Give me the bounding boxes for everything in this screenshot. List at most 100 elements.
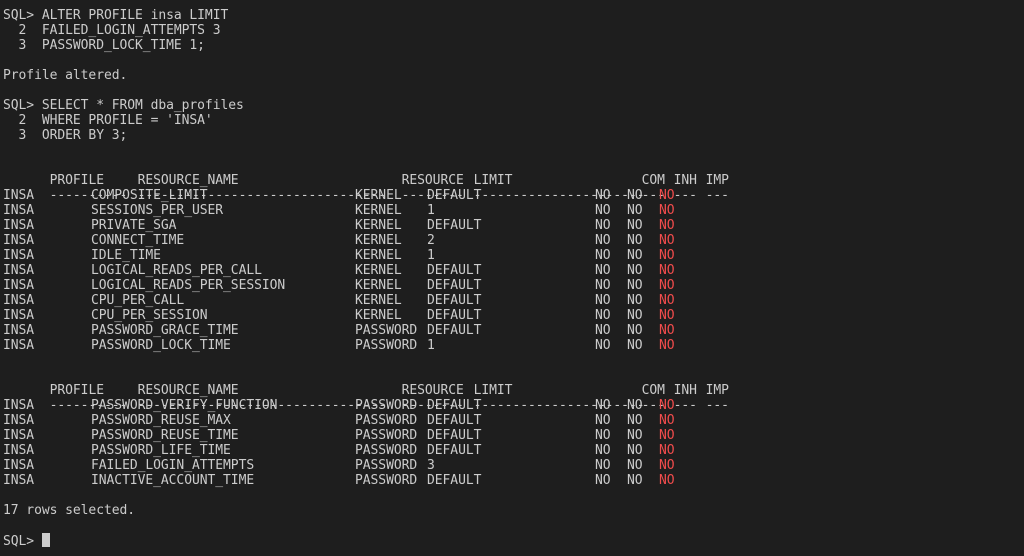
cell-profile: INSA xyxy=(3,443,35,458)
cell-resource-type: KERNEL xyxy=(355,293,402,308)
cell-inh: NO xyxy=(627,263,643,278)
cell-imp: NO xyxy=(659,278,675,293)
cell-resource-name: FAILED_LOGIN_ATTEMPTS xyxy=(91,458,255,473)
table-row: INSA INACTIVE_ACCOUNT_TIME PASSWORD DEFAULT… xyxy=(3,473,1024,488)
table-row: INSA CPU_PER_SESSION KERNEL DEFAULT NO NO NO xyxy=(3,308,1024,323)
cell-limit: DEFAULT xyxy=(427,278,482,293)
cell-imp: NO xyxy=(659,398,675,413)
cell-limit: 3 xyxy=(427,458,435,473)
cell-com: NO xyxy=(595,428,611,443)
cell-resource-name: LOGICAL_READS_PER_SESSION xyxy=(91,278,286,293)
cell-profile: INSA xyxy=(3,248,35,263)
cell-com: NO xyxy=(595,248,611,263)
rows-selected-text: 17 rows selected. xyxy=(3,503,136,518)
cell-profile: INSA xyxy=(3,278,35,293)
command-result: Profile altered. xyxy=(3,68,128,83)
terminal-window[interactable]: SQL> ALTER PROFILE insa LIMIT 2 FAILED_L… xyxy=(0,0,1024,556)
table-row: INSA PASSWORD_REUSE_MAX PASSWORD DEFAULT NO N… xyxy=(3,413,1024,428)
header-imp: IMP xyxy=(705,383,729,398)
table-row: INSA PASSWORD_LOCK_TIME PASSWORD 1 NO NO NO xyxy=(3,338,1024,353)
header-resource-name: RESOURCE_NAME xyxy=(137,383,239,398)
table-row: INSA PASSWORD_VERIFY_FUNCTION PASSWORD DEFA… xyxy=(3,398,1024,413)
cell-limit: 1 xyxy=(427,248,435,263)
text-cursor xyxy=(41,533,50,547)
cell-imp: NO xyxy=(659,218,675,233)
cell-com: NO xyxy=(595,203,611,218)
table-row: INSA IDLE_TIME KERNEL 1 NO NO NO xyxy=(3,248,1024,263)
cell-profile: INSA xyxy=(3,338,35,353)
cell-inh: NO xyxy=(627,203,643,218)
command-line: 2 WHERE PROFILE = 'INSA' xyxy=(3,113,213,128)
prompt-line[interactable]: SQL> xyxy=(3,533,1024,549)
table-row: INSA LOGICAL_READS_PER_SESSION KERNEL DEFAU… xyxy=(3,278,1024,293)
cell-profile: INSA xyxy=(3,323,35,338)
cell-profile: INSA xyxy=(3,203,35,218)
cell-resource-name: PASSWORD_VERIFY_FUNCTION xyxy=(91,398,278,413)
cell-imp: NO xyxy=(659,203,675,218)
cell-resource-type: KERNEL xyxy=(355,263,402,278)
underline-imp: --- xyxy=(705,188,729,203)
result-page-1: PROFILE RESOURCE_NAME RESOURCE LIMIT COM INH I… xyxy=(3,158,1024,353)
cell-resource-name: PASSWORD_REUSE_TIME xyxy=(91,428,239,443)
header-com: COM xyxy=(641,173,665,188)
cell-inh: NO xyxy=(627,188,643,203)
cell-resource-name: PASSWORD_LOCK_TIME xyxy=(91,338,231,353)
cell-profile: INSA xyxy=(3,188,35,203)
result-page-2: PROFILE RESOURCE_NAME RESOURCE LIMIT COM INH I… xyxy=(3,368,1024,488)
cell-limit: 1 xyxy=(427,338,435,353)
cell-imp: NO xyxy=(659,443,675,458)
cell-imp: NO xyxy=(659,188,675,203)
cell-resource-type: PASSWORD xyxy=(355,323,418,338)
underline-imp: --- xyxy=(705,398,729,413)
cell-resource-type: KERNEL xyxy=(355,188,402,203)
cell-profile: INSA xyxy=(3,473,35,488)
cell-imp: NO xyxy=(659,323,675,338)
cell-resource-name: LOGICAL_READS_PER_CALL xyxy=(91,263,262,278)
cell-limit: DEFAULT xyxy=(427,428,482,443)
cell-resource-type: KERNEL xyxy=(355,233,402,248)
cell-profile: INSA xyxy=(3,428,35,443)
cell-com: NO xyxy=(595,218,611,233)
cell-inh: NO xyxy=(627,413,643,428)
cell-imp: NO xyxy=(659,263,675,278)
cell-limit: DEFAULT xyxy=(427,398,482,413)
cell-resource-type: KERNEL xyxy=(355,203,402,218)
cell-imp: NO xyxy=(659,458,675,473)
cell-limit: DEFAULT xyxy=(427,263,482,278)
command-line: SQL> SELECT * FROM dba_profiles xyxy=(3,98,244,113)
cell-com: NO xyxy=(595,293,611,308)
cell-limit: DEFAULT xyxy=(427,443,482,458)
cell-resource-name: CPU_PER_CALL xyxy=(91,293,185,308)
cell-resource-name: PASSWORD_REUSE_MAX xyxy=(91,413,231,428)
cell-resource-name: IDLE_TIME xyxy=(91,248,161,263)
underline-inh: --- xyxy=(673,188,697,203)
cell-inh: NO xyxy=(627,428,643,443)
sql-prompt: SQL> xyxy=(3,534,42,549)
header-resource-type: RESOURCE xyxy=(401,173,464,188)
cell-resource-type: KERNEL xyxy=(355,248,402,263)
cell-limit: DEFAULT xyxy=(427,308,482,323)
cell-inh: NO xyxy=(627,473,643,488)
command-line: 2 FAILED_LOGIN_ATTEMPTS 3 xyxy=(3,23,221,38)
cell-imp: NO xyxy=(659,413,675,428)
cell-resource-type: PASSWORD xyxy=(355,458,418,473)
command-line: 3 PASSWORD_LOCK_TIME 1; xyxy=(3,38,205,53)
cell-resource-name: INACTIVE_ACCOUNT_TIME xyxy=(91,473,255,488)
cell-limit: DEFAULT xyxy=(427,323,482,338)
header-profile: PROFILE xyxy=(49,173,104,188)
cell-profile: INSA xyxy=(3,263,35,278)
cell-resource-type: KERNEL xyxy=(355,218,402,233)
cell-inh: NO xyxy=(627,233,643,248)
table-row: INSA COMPOSITE_LIMIT KERNEL DEFAULT NO NO NO xyxy=(3,188,1024,203)
cell-com: NO xyxy=(595,188,611,203)
column-header-row: PROFILE RESOURCE_NAME RESOURCE LIMIT COM INH I… xyxy=(3,368,1024,398)
cell-limit: 2 xyxy=(427,233,435,248)
cell-com: NO xyxy=(595,263,611,278)
cell-imp: NO xyxy=(659,428,675,443)
cell-profile: INSA xyxy=(3,293,35,308)
table-row: INSA CPU_PER_CALL KERNEL DEFAULT NO NO NO xyxy=(3,293,1024,308)
cell-limit: 1 xyxy=(427,203,435,218)
